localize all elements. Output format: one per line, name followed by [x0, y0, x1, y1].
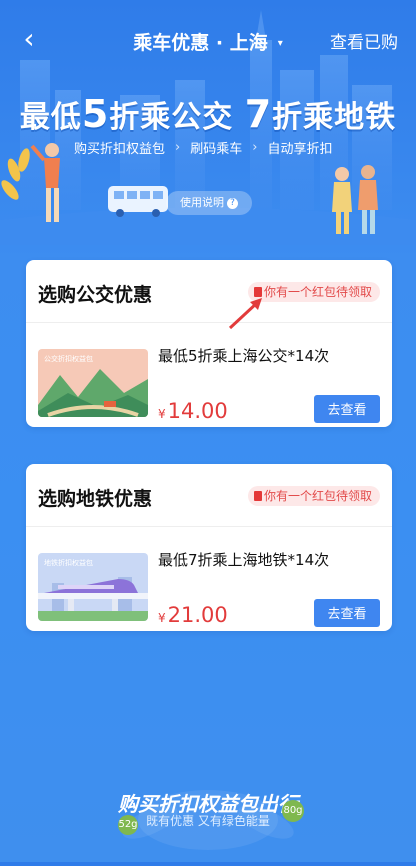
metro-offer-card: 选购地铁优惠 你有一个红包待领取 地铁折扣权益包 最低7折乘上海地铁*14次 ¥… — [26, 464, 392, 631]
step-2: 刷码乘车 — [190, 141, 243, 157]
product-name: 最低5折乘上海公交*14次 — [158, 347, 330, 365]
metro-pass-thumbnail: 地铁折扣权益包 — [38, 553, 148, 621]
green-energy-bubble-right: 80g — [282, 800, 304, 822]
city-title-label: 乘车优惠 · 上海 — [133, 32, 268, 54]
help-icon: ? — [227, 197, 238, 209]
red-packet-label: 你有一个红包待领取 — [263, 489, 372, 503]
top-bar: ‹ 乘车优惠 · 上海 ▾ 查看已购 — [0, 0, 416, 78]
headline-number-metro: 7 — [244, 92, 273, 136]
product-name: 最低7折乘上海地铁*14次 — [158, 551, 330, 569]
hero-headline: 最低5折乘公交 7折乘地铁 — [0, 92, 416, 136]
card-header: 选购公交优惠 你有一个红包待领取 — [26, 260, 392, 330]
red-packet-badge[interactable]: 你有一个红包待领取 — [247, 282, 380, 302]
red-packet-badge[interactable]: 你有一个红包待领取 — [247, 486, 380, 506]
red-envelope-icon — [253, 491, 262, 501]
chevron-right-icon: › — [175, 139, 181, 155]
headline-prefix: 最低 — [19, 100, 82, 135]
usage-steps: 购买折扣权益包 › 刷码乘车 › 自动享折扣 — [74, 137, 332, 157]
chevron-down-icon[interactable]: ▾ — [278, 38, 283, 49]
product-row[interactable]: 地铁折扣权益包 最低7折乘上海地铁*14次 ¥21.00 去查看 — [26, 527, 392, 631]
green-energy-bubble-left: 52g — [118, 815, 138, 835]
thumb-label: 公交折扣权益包 — [44, 354, 93, 363]
currency-symbol: ¥ — [158, 407, 166, 421]
step-1: 购买折扣权益包 — [74, 141, 166, 157]
instructions-label: 使用说明 — [180, 196, 224, 209]
view-purchased-link[interactable]: 查看已购 — [330, 28, 398, 53]
view-bus-offer-button[interactable]: 去查看 — [314, 395, 380, 423]
product-price: ¥21.00 — [158, 603, 228, 627]
bus-pass-thumbnail: 公交折扣权益包 — [38, 349, 148, 417]
card-header: 选购地铁优惠 你有一个红包待领取 — [26, 464, 392, 527]
headline-suffix: 折乘地铁 — [272, 100, 397, 135]
currency-symbol: ¥ — [158, 611, 166, 625]
headline-number-bus: 5 — [81, 92, 110, 136]
card-title: 选购公交优惠 — [38, 284, 153, 306]
chevron-right-icon: › — [252, 139, 258, 155]
price-value: 21.00 — [167, 603, 228, 627]
product-row[interactable]: 公交折扣权益包 最低5折乘上海公交*14次 ¥14.00 去查看 — [26, 323, 392, 427]
price-value: 14.00 — [167, 399, 228, 423]
red-packet-label: 你有一个红包待领取 — [263, 285, 372, 299]
thumb-label: 地铁折扣权益包 — [44, 558, 93, 567]
step-3: 自动享折扣 — [267, 141, 333, 157]
footer-subtitle: 既有优惠 又有绿色能量 — [146, 814, 270, 828]
product-price: ¥14.00 — [158, 399, 228, 423]
view-metro-offer-button[interactable]: 去查看 — [314, 599, 380, 627]
bus-offer-card: 选购公交优惠 你有一个红包待领取 公交折扣权益包 最低5折乘上海公交*14次 ¥… — [26, 260, 392, 427]
instructions-button[interactable]: 使用说明? — [166, 191, 252, 215]
headline-middle: 折乘公交 — [109, 100, 234, 135]
card-title: 选购地铁优惠 — [38, 488, 153, 510]
